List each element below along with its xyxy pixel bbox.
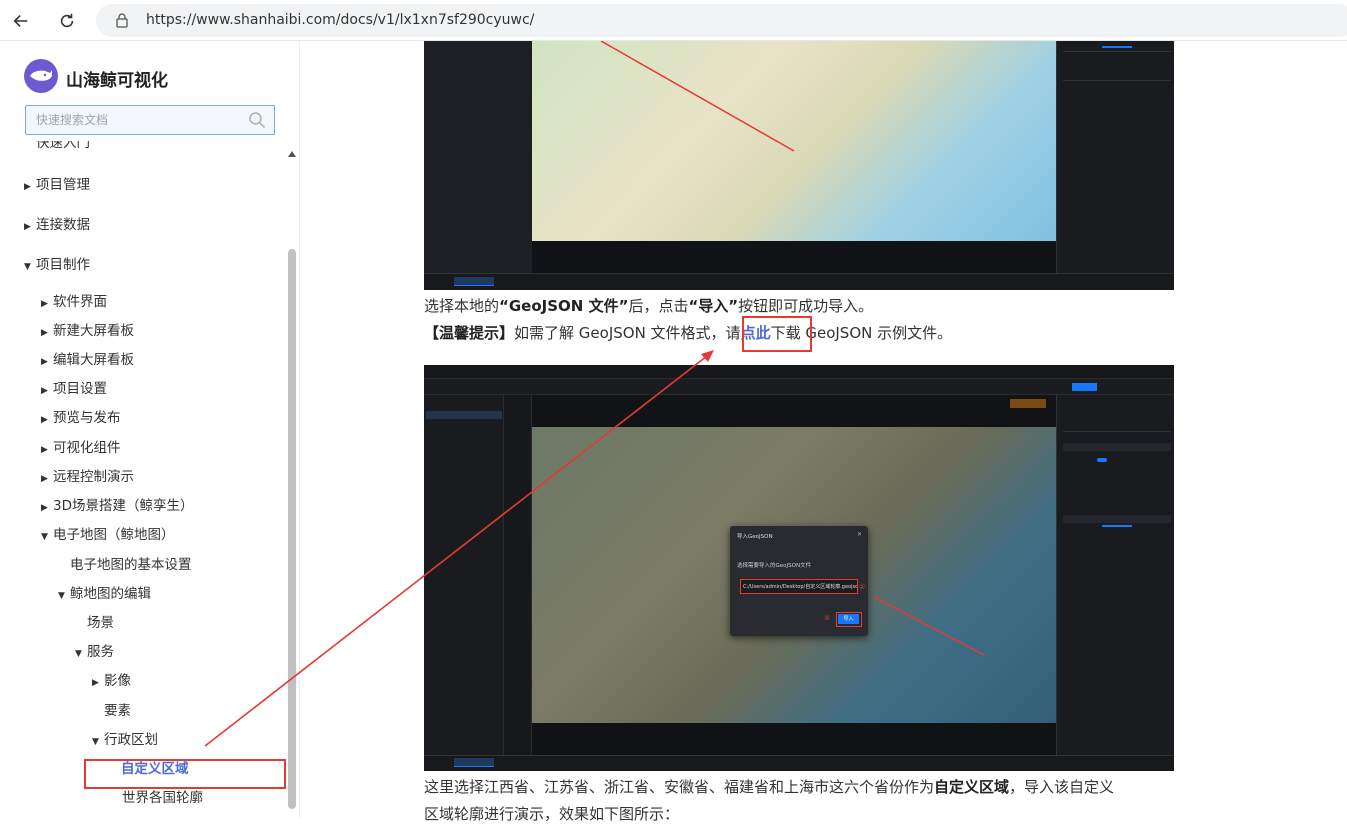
- screenshot-map-editor-1: [424, 41, 1174, 290]
- sidebar-item[interactable]: ▶ 项目管理: [24, 173, 90, 193]
- sidebar-item[interactable]: ▼ 电子地图（鲸地图）: [41, 523, 175, 543]
- url-text: https://www.shanhaibi.com/docs/v1/lx1xn7…: [146, 12, 535, 28]
- doc-content: 选择本地的“GeoJSON 文件”后，点击“导入”按钮即可成功导入。 【温馨提示…: [300, 41, 1347, 823]
- sidebar-item-label: 服务: [87, 644, 114, 660]
- caret-right-icon[interactable]: ▶: [92, 678, 104, 688]
- sidebar-item-label: 快速入门: [36, 135, 90, 151]
- text: 如需了解 GeoJSON 文件格式，请: [514, 324, 741, 342]
- paragraph-demo-line1: 这里选择江西省、江苏省、浙江省、安徽省、福建省和上海市这六个省份作为自定义区域，…: [424, 776, 1114, 797]
- caret-right-icon[interactable]: ▶: [41, 415, 53, 425]
- docs-sidebar: 山海鲸可视化 快速入门▶项目管理▶连接数据▼项目制作▶软件界面▶新建大屏看板▶编…: [0, 41, 300, 819]
- sidebar-item[interactable]: ▶ 预览与发布: [41, 406, 121, 426]
- sidebar-item-label: 新建大屏看板: [53, 323, 134, 339]
- sidebar-item-label: 项目设置: [53, 381, 107, 397]
- sidebar-item[interactable]: ▼ 项目制作: [24, 253, 90, 273]
- sidebar-item[interactable]: 世界各国轮廓: [122, 786, 203, 806]
- back-button[interactable]: [8, 8, 34, 34]
- brand-name: 山海鲸可视化: [66, 71, 168, 91]
- arrow-left-icon: [13, 15, 28, 27]
- sidebar-item[interactable]: ▶ 项目设置: [41, 377, 107, 397]
- text: ，导入该自定义: [1009, 778, 1115, 796]
- sidebar-item-label: 项目制作: [36, 257, 90, 273]
- sidebar-item[interactable]: ▶ 3D场景搭建（鲸孪生）: [41, 494, 193, 514]
- sidebar-item-label: 行政区划: [104, 732, 158, 748]
- caret-right-icon[interactable]: ▶: [41, 445, 53, 455]
- sidebar-item[interactable]: 电子地图的基本设置: [70, 553, 192, 573]
- sidebar-item-label: 预览与发布: [53, 410, 121, 426]
- doc-search[interactable]: [25, 105, 275, 135]
- sidebar-item-label: 3D场景搭建（鲸孪生）: [53, 498, 194, 514]
- brand-logo: [24, 59, 58, 93]
- reload-icon: [60, 13, 74, 28]
- address-bar[interactable]: https://www.shanhaibi.com/docs/v1/lx1xn7…: [96, 4, 1347, 37]
- red-arrow-line-2: [873, 596, 985, 656]
- caret-right-icon[interactable]: ▶: [24, 222, 36, 232]
- text: 选择本地的: [424, 297, 500, 315]
- search-icon[interactable]: [248, 111, 266, 129]
- search-input[interactable]: [26, 106, 246, 134]
- caret-right-icon[interactable]: ▶: [41, 299, 53, 309]
- sidebar-item[interactable]: 要素: [104, 699, 131, 719]
- sidebar-item-label: 可视化组件: [53, 440, 121, 456]
- caret-right-icon[interactable]: ▶: [41, 357, 53, 367]
- text-bold: “导入”: [688, 297, 739, 315]
- sidebar-item-label: 场景: [87, 615, 114, 631]
- sidebar-item[interactable]: ▼ 鲸地图的编辑: [58, 582, 151, 602]
- scroll-up-arrow[interactable]: [288, 151, 296, 157]
- sidebar-item-label: 软件界面: [53, 294, 107, 310]
- whale-icon: [30, 70, 52, 81]
- sidebar-item[interactable]: ▶ 可视化组件: [41, 436, 121, 456]
- caret-right-icon[interactable]: ▶: [41, 386, 53, 396]
- caret-right-icon[interactable]: ▶: [41, 328, 53, 338]
- sidebar-item[interactable]: ▶ 编辑大屏看板: [41, 348, 134, 368]
- screenshot-map-editor-2: 导入GeoJSON ✕ 选择需要导入的GeoJSON文件 C:/Users/ad…: [424, 365, 1174, 771]
- red-arrow-line-1: [600, 41, 795, 152]
- caret-down-icon[interactable]: ▼: [41, 532, 53, 542]
- paragraph-import-instruction: 选择本地的“GeoJSON 文件”后，点击“导入”按钮即可成功导入。: [424, 295, 873, 316]
- highlight-box-active-item: [84, 759, 286, 789]
- scroll-thumb[interactable]: [288, 249, 296, 809]
- text-bold: 自定义区域: [934, 778, 1010, 796]
- sidebar-item-label: 影像: [104, 673, 131, 689]
- sidebar-item[interactable]: ▶ 远程控制演示: [41, 465, 134, 485]
- sidebar-item[interactable]: ▶ 影像: [92, 669, 131, 689]
- highlight-box-link: [742, 316, 812, 352]
- sidebar-scrollbar[interactable]: [287, 151, 297, 819]
- sidebar-item[interactable]: ▼ 行政区划: [92, 728, 158, 748]
- sidebar-item[interactable]: ▶ 软件界面: [41, 290, 107, 310]
- caret-down-icon[interactable]: ▼: [92, 737, 104, 747]
- text: 这里选择江西省、江苏省、浙江省、安徽省、福建省和上海市这六个省份作为: [424, 778, 935, 796]
- caret-down-icon[interactable]: ▼: [75, 649, 87, 659]
- text-bold: 【温馨提示】: [424, 324, 515, 342]
- browser-toolbar: https://www.shanhaibi.com/docs/v1/lx1xn7…: [0, 0, 1347, 41]
- sidebar-item[interactable]: ▶ 连接数据: [24, 213, 90, 233]
- sidebar-item-label: 电子地图（鲸地图）: [53, 527, 175, 543]
- sidebar-item-label: 连接数据: [36, 217, 90, 233]
- sidebar-item[interactable]: ▼ 服务: [75, 640, 114, 660]
- caret-down-icon[interactable]: ▼: [24, 262, 36, 272]
- sidebar-item-label: 世界各国轮廓: [122, 790, 203, 806]
- text: 后，点击: [628, 297, 689, 315]
- sidebar-item[interactable]: ▶ 新建大屏看板: [41, 319, 134, 339]
- sidebar-item-label: 要素: [104, 703, 131, 719]
- caret-right-icon[interactable]: ▶: [41, 503, 53, 513]
- sidebar-item-label: 鲸地图的编辑: [70, 586, 151, 602]
- sidebar-item[interactable]: 场景: [87, 611, 114, 631]
- lock-icon: [116, 13, 128, 28]
- text-bold: “GeoJSON 文件”: [499, 297, 629, 315]
- caret-right-icon[interactable]: ▶: [41, 474, 53, 484]
- sidebar-item-label: 远程控制演示: [53, 469, 134, 485]
- caret-right-icon[interactable]: ▶: [24, 182, 36, 192]
- paragraph-tip: 【温馨提示】如需了解 GeoJSON 文件格式，请点此下载 GeoJSON 示例…: [424, 322, 952, 343]
- sidebar-item-label: 项目管理: [36, 177, 90, 193]
- caret-down-icon[interactable]: ▼: [58, 591, 70, 601]
- text: 按钮即可成功导入。: [738, 297, 874, 315]
- paragraph-demo-line2: 区域轮廓进行演示，效果如下图所示：: [424, 805, 680, 823]
- reload-button[interactable]: [54, 8, 80, 34]
- sidebar-item-label: 电子地图的基本设置: [70, 557, 192, 573]
- sidebar-item-label: 编辑大屏看板: [53, 352, 134, 368]
